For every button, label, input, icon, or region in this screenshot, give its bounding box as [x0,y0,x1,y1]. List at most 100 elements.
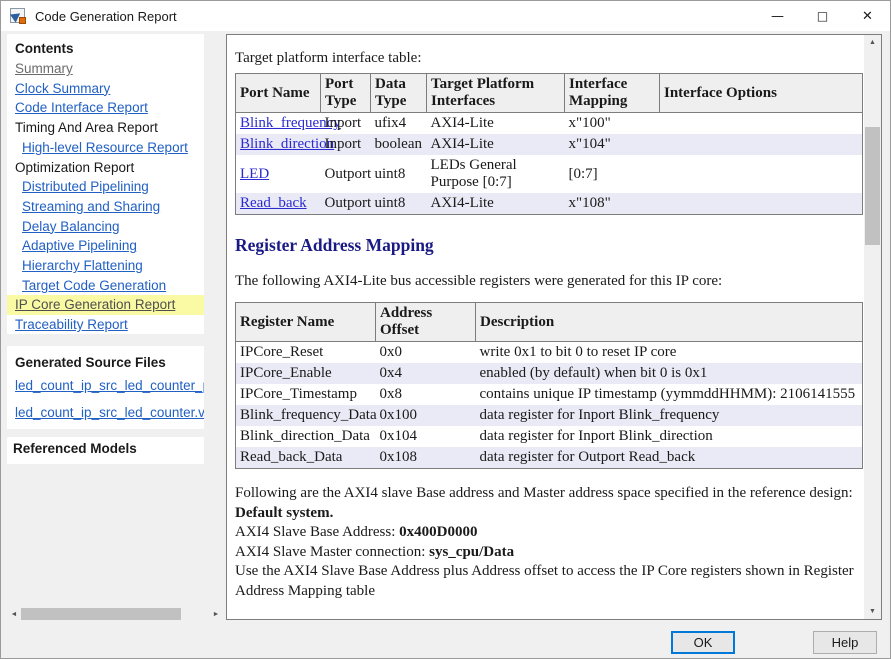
cell: x"104" [565,134,660,155]
cell: Blink_frequency_Data [236,405,376,426]
table-of-contents: Summary Clock Summary Code Interface Rep… [7,59,204,334]
cell: boolean [371,134,427,155]
scroll-right-icon[interactable]: ► [209,607,223,621]
table-row: IPCore_Timestamp 0x8 contains unique IP … [236,384,863,405]
cell [660,155,863,193]
window-controls: — □ ✕ [755,1,890,31]
cell: contains unique IP timestamp (yymmddHHMM… [476,384,863,405]
col-register-name: Register Name [236,303,376,342]
cell: uint8 [371,155,427,193]
cell: LEDs General Purpose [0:7] [427,155,565,193]
cell: x"100" [565,113,660,135]
table-row: Blink_frequency_Data 0x100 data register… [236,405,863,426]
col-address-offset: Address Offset [376,303,476,342]
contents-heading: Contents [7,39,204,59]
cell: IPCore_Timestamp [236,384,376,405]
read-back-link[interactable]: Read_back [240,195,307,211]
traceability-report-link[interactable]: Traceability Report [15,317,128,332]
cell: data register for Outport Read_back [476,447,863,469]
source-file-link-pkg[interactable]: led_count_ip_src_led_counter_pk [15,372,204,399]
table-row: IPCore_Reset 0x0 write 0x1 to bit 0 to r… [236,342,863,364]
horizontal-scrollbar-thumb[interactable] [21,608,181,620]
code-interface-report-link[interactable]: Code Interface Report [15,100,148,115]
maximize-icon[interactable]: □ [800,1,845,31]
adaptive-pipelining-link[interactable]: Adaptive Pipelining [22,238,137,253]
cell: IPCore_Reset [236,342,376,364]
report-icon [10,8,27,25]
slave-base-address-label: AXI4 Slave Base Address: [235,524,399,540]
toc-item-hierarchy-flattening: Hierarchy Flattening [7,256,204,276]
streaming-sharing-link[interactable]: Streaming and Sharing [22,199,160,214]
register-address-mapping-heading: Register Address Mapping [235,235,864,256]
toc-item-distributed-pipelining: Distributed Pipelining [7,177,204,197]
table-row: Blink_frequency Inport ufix4 AXI4-Lite x… [236,113,863,135]
toc-item-adaptive-pipelining: Adaptive Pipelining [7,236,204,256]
ip-core-generation-report-link[interactable]: IP Core Generation Report [15,297,175,312]
cell: data register for Inport Blink_direction [476,426,863,447]
col-interface-mapping: Interface Mapping [565,74,660,113]
cell: 0x100 [376,405,476,426]
cell: AXI4-Lite [427,113,565,135]
scroll-down-icon[interactable]: ▼ [864,604,881,619]
cell: Read_back_Data [236,447,376,469]
slave-base-address-value: 0x400D0000 [399,524,477,540]
table-row: LED Outport uint8 LEDs General Purpose [… [236,155,863,193]
cell: uint8 [371,193,427,215]
source-file-link-vhd[interactable]: led_count_ip_src_led_counter.vhd [15,399,204,426]
master-connection-label: AXI4 Slave Master connection: [235,544,429,560]
master-connection-value: sys_cpu/Data [429,544,514,560]
table-row: Read_back Outport uint8 AXI4-Lite x"108" [236,193,863,215]
clock-summary-link[interactable]: Clock Summary [15,81,110,96]
col-interface-options: Interface Options [660,74,863,113]
toc-item-traceability: Traceability Report [7,315,204,334]
cell: Outport [321,155,371,193]
minimize-icon[interactable]: — [755,1,800,31]
col-port-type: Port Type [321,74,371,113]
title-bar: Code Generation Report — □ ✕ [1,1,890,31]
col-data-type: Data Type [371,74,427,113]
table-row: Blink_direction_Data 0x104 data register… [236,426,863,447]
toc-item-timing-area: Timing And Area Report [7,118,204,138]
port-interface-table: Port Name Port Type Data Type Target Pla… [235,73,863,215]
col-target-platform: Target Platform Interfaces [427,74,565,113]
notes-line-usage: Use the AXI4 Slave Base Address plus Add… [235,562,864,601]
register-address-table: Register Name Address Offset Description… [235,302,863,469]
table-row: IPCore_Enable 0x4 enabled (by default) w… [236,363,863,384]
contents-panel: Contents Summary Clock Summary Code Inte… [7,34,204,334]
high-level-resource-link[interactable]: High-level Resource Report [22,140,188,155]
register-table-intro: The following AXI4-Lite bus accessible r… [235,273,864,290]
target-code-generation-link[interactable]: Target Code Generation [22,278,166,293]
cell: Inport [321,134,371,155]
col-description: Description [476,303,863,342]
cell: 0x104 [376,426,476,447]
target-platform-intro: Target platform interface table: [235,50,864,67]
led-link[interactable]: LED [240,166,269,182]
cell: data register for Inport Blink_frequency [476,405,863,426]
vertical-scrollbar-thumb[interactable] [865,127,880,245]
help-button[interactable]: Help [813,631,877,654]
close-icon[interactable]: ✕ [845,1,890,31]
notes-line-reference-design: Following are the AXI4 slave Base addres… [235,484,864,504]
delay-balancing-link[interactable]: Delay Balancing [22,219,120,234]
main-vertical-scrollbar[interactable]: ▲ ▼ [864,35,881,619]
summary-link[interactable]: Summary [15,61,73,76]
referenced-models-heading: Referenced Models [13,441,204,456]
sidebar-horizontal-scrollbar[interactable]: ◄ ► [7,607,223,621]
report-body: Target platform interface table: Port Na… [227,35,864,619]
cell [660,193,863,215]
hierarchy-flattening-link[interactable]: Hierarchy Flattening [22,258,143,273]
scroll-left-icon[interactable]: ◄ [7,607,21,621]
distributed-pipelining-link[interactable]: Distributed Pipelining [22,179,149,194]
blink-direction-link[interactable]: Blink_direction [240,136,334,152]
toc-item-summary: Summary [7,59,204,79]
toc-item-ip-core-generation-selected: IP Core Generation Report [7,295,204,315]
toc-item-target-code-generation: Target Code Generation [7,276,204,296]
cell: IPCore_Enable [236,363,376,384]
ok-button[interactable]: OK [671,631,735,654]
referenced-models-panel: Referenced Models [7,437,204,464]
cell: Outport [321,193,371,215]
cell: 0x4 [376,363,476,384]
toc-item-delay-balancing: Delay Balancing [7,217,204,237]
cell: AXI4-Lite [427,193,565,215]
scroll-up-icon[interactable]: ▲ [864,35,881,50]
